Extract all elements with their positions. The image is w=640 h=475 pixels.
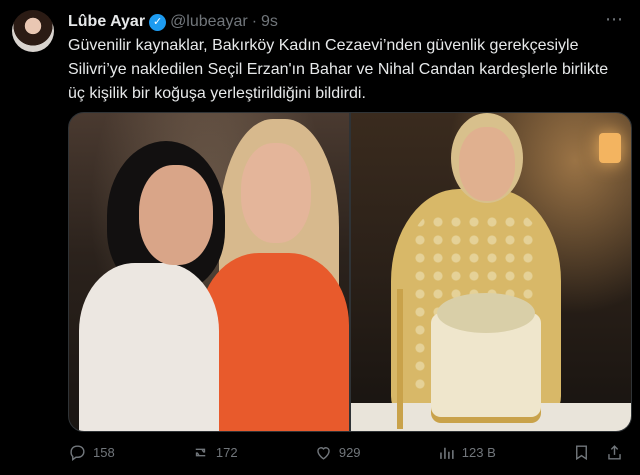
like-button[interactable]: 929 xyxy=(314,443,361,462)
share-button[interactable] xyxy=(605,443,624,462)
photo-left[interactable] xyxy=(69,113,349,431)
secondary-actions xyxy=(572,443,624,462)
verified-badge-icon: ✓ xyxy=(149,13,167,31)
figure-face xyxy=(241,143,311,243)
action-bar: 158 172 929 123 B xyxy=(68,440,624,464)
lamp-shape xyxy=(599,133,621,163)
media-grid xyxy=(68,112,632,432)
views-button[interactable]: 123 B xyxy=(437,443,496,462)
reply-button[interactable]: 158 xyxy=(68,443,115,462)
figure-face xyxy=(139,165,213,265)
bookmark-button[interactable] xyxy=(572,443,591,462)
bookmark-icon xyxy=(576,444,587,460)
photo-right[interactable] xyxy=(351,113,631,431)
views-count: 123 B xyxy=(461,444,496,460)
like-count: 929 xyxy=(338,444,361,460)
timestamp[interactable]: 9s xyxy=(261,12,278,32)
post-text: Güvenilir kaynaklar, Bakırköy Kadın Ceza… xyxy=(68,37,609,102)
candle-shape xyxy=(397,289,403,429)
repost-icon xyxy=(195,448,206,456)
more-icon[interactable]: ⋯ xyxy=(604,10,624,30)
author-handle[interactable]: @lubeayar xyxy=(170,12,248,32)
figure-body xyxy=(79,263,219,431)
reply-icon xyxy=(70,444,85,461)
repost-button[interactable]: 172 xyxy=(191,443,238,462)
share-icon xyxy=(608,444,621,460)
author-name[interactable]: Lûbe Ayar xyxy=(68,12,145,32)
avatar[interactable] xyxy=(12,10,54,52)
post-header: Lûbe Ayar ✓ @lubeayar · 9s xyxy=(68,12,278,32)
cake-top-shape xyxy=(437,293,535,333)
figure-face xyxy=(459,127,515,201)
figure-body xyxy=(199,253,349,431)
views-icon xyxy=(439,447,454,459)
heart-icon xyxy=(317,446,330,460)
repost-count: 172 xyxy=(215,444,238,460)
reply-count: 158 xyxy=(93,444,115,460)
separator: · xyxy=(251,13,258,30)
